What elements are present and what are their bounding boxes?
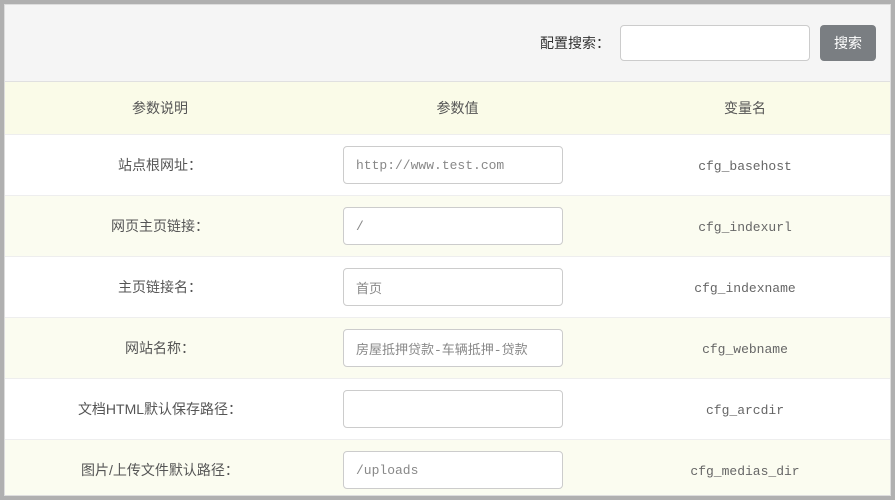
param-value-cell bbox=[315, 440, 600, 497]
config-panel: 配置搜索： 搜索 参数说明 参数值 变量名 站点根网址： cfg_basehost… bbox=[4, 4, 891, 496]
param-var-cell: cfg_arcdir bbox=[600, 379, 890, 440]
param-var-cell: cfg_webname bbox=[600, 318, 890, 379]
param-var-name: cfg_indexurl bbox=[698, 220, 792, 235]
param-value-input[interactable] bbox=[343, 146, 563, 184]
table-row: 站点根网址： cfg_basehost bbox=[5, 135, 890, 196]
header-value: 参数值 bbox=[315, 82, 600, 135]
param-desc: 网站名称： bbox=[5, 318, 315, 379]
param-desc-text: 站点根网址： bbox=[118, 157, 202, 173]
param-desc-text: 文档HTML默认保存路径： bbox=[78, 401, 242, 417]
table-header-row: 参数说明 参数值 变量名 bbox=[5, 82, 890, 135]
param-var-name: cfg_medias_dir bbox=[690, 464, 799, 479]
search-label: 配置搜索： bbox=[540, 33, 610, 53]
param-value-cell bbox=[315, 135, 600, 196]
param-var-name: cfg_arcdir bbox=[706, 403, 784, 418]
param-desc-text: 网站名称： bbox=[125, 340, 195, 356]
param-value-cell bbox=[315, 318, 600, 379]
header-var: 变量名 bbox=[600, 82, 890, 135]
param-desc-text: 图片/上传文件默认路径： bbox=[81, 462, 239, 478]
table-row: 图片/上传文件默认路径： cfg_medias_dir bbox=[5, 440, 890, 497]
param-var-cell: cfg_basehost bbox=[600, 135, 890, 196]
param-desc: 主页链接名： bbox=[5, 257, 315, 318]
table-row: 网页主页链接： cfg_indexurl bbox=[5, 196, 890, 257]
param-desc-text: 主页链接名： bbox=[118, 279, 202, 295]
table-row: 网站名称： cfg_webname bbox=[5, 318, 890, 379]
param-desc: 图片/上传文件默认路径： bbox=[5, 440, 315, 497]
param-desc-text: 网页主页链接： bbox=[111, 218, 209, 234]
param-value-cell bbox=[315, 196, 600, 257]
param-var-name: cfg_basehost bbox=[698, 159, 792, 174]
param-var-name: cfg_indexname bbox=[694, 281, 795, 296]
param-value-cell bbox=[315, 379, 600, 440]
search-input[interactable] bbox=[620, 25, 810, 61]
param-var-cell: cfg_indexname bbox=[600, 257, 890, 318]
param-var-name: cfg_webname bbox=[702, 342, 788, 357]
param-value-input[interactable] bbox=[343, 207, 563, 245]
table-row: 主页链接名： cfg_indexname bbox=[5, 257, 890, 318]
header-desc: 参数说明 bbox=[5, 82, 315, 135]
param-desc: 网页主页链接： bbox=[5, 196, 315, 257]
param-value-input[interactable] bbox=[343, 451, 563, 489]
config-table: 参数说明 参数值 变量名 站点根网址： cfg_basehost 网页主页链接： cf… bbox=[5, 82, 890, 496]
param-value-input[interactable] bbox=[343, 268, 563, 306]
param-value-input[interactable] bbox=[343, 329, 563, 367]
param-var-cell: cfg_medias_dir bbox=[600, 440, 890, 497]
table-row: 文档HTML默认保存路径： cfg_arcdir bbox=[5, 379, 890, 440]
param-var-cell: cfg_indexurl bbox=[600, 196, 890, 257]
param-desc: 站点根网址： bbox=[5, 135, 315, 196]
param-value-input[interactable] bbox=[343, 390, 563, 428]
search-button[interactable]: 搜索 bbox=[820, 25, 876, 61]
param-value-cell bbox=[315, 257, 600, 318]
search-bar: 配置搜索： 搜索 bbox=[5, 5, 890, 82]
param-desc: 文档HTML默认保存路径： bbox=[5, 379, 315, 440]
